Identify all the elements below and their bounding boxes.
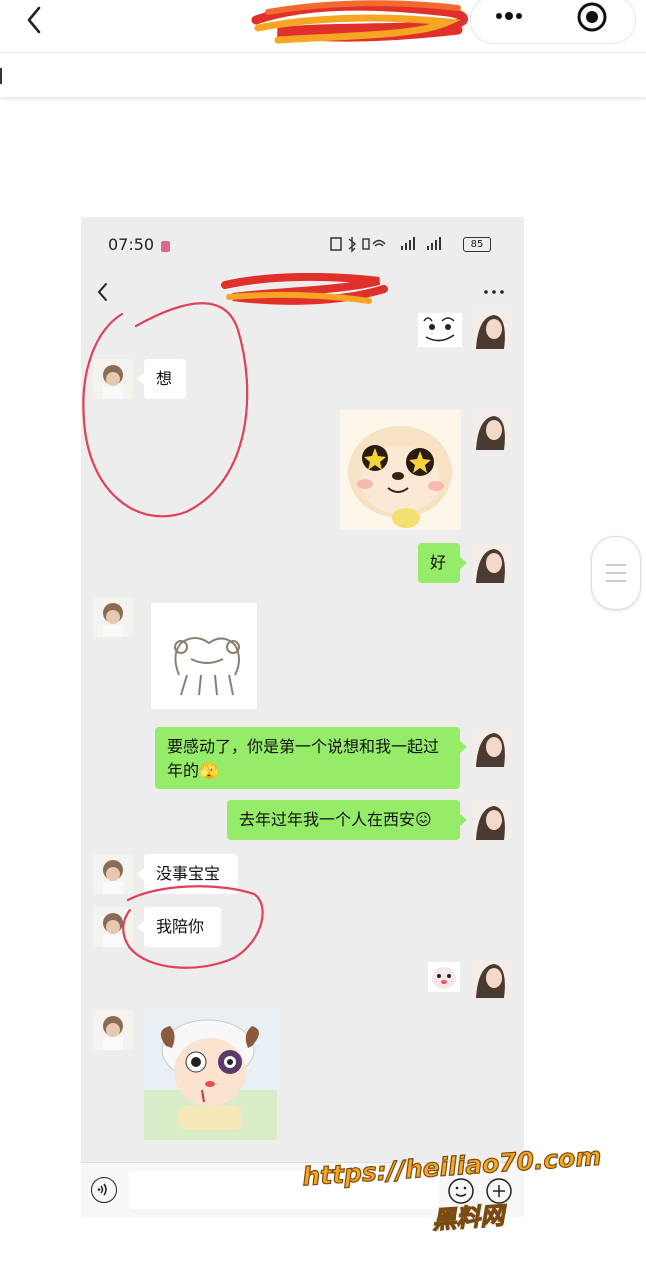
avatar[interactable] [472, 543, 512, 583]
message-bubble[interactable]: 要感动了，你是第一个说想和我一起过年的🫣 [155, 727, 460, 789]
redacted-title-scribble [251, 0, 469, 44]
menu-lines-icon [606, 564, 626, 582]
bluetooth-icon [348, 237, 357, 253]
watermark-name: 黑料网 [431, 1201, 506, 1235]
signal-icon-1 [401, 237, 415, 250]
notification-icon [161, 241, 170, 252]
three-dots-icon [496, 12, 522, 20]
battery-indicator: 85 [463, 237, 491, 252]
back-button[interactable] [20, 4, 50, 34]
nfc-icon [330, 237, 342, 251]
message-bubble[interactable]: 好 [418, 543, 460, 583]
chevron-left-icon [27, 6, 41, 34]
annotation-circle [122, 885, 264, 969]
status-bar: 07:50 85 [81, 217, 524, 273]
sticker[interactable] [340, 410, 461, 530]
vibrate-icon [362, 238, 370, 250]
sticker[interactable] [418, 313, 462, 347]
address-strip [0, 53, 646, 97]
avatar[interactable] [472, 800, 512, 840]
avatar[interactable] [472, 410, 512, 450]
sticker[interactable] [151, 603, 257, 709]
target-icon [577, 2, 607, 32]
avatar[interactable] [93, 597, 133, 637]
annotation-circle [82, 302, 249, 518]
message-bubble[interactable]: 去年过年我一个人在西安😖 [227, 800, 460, 840]
list-item: 去年过年我一个人在西安😖 [81, 800, 524, 844]
floating-handle[interactable] [591, 536, 641, 610]
three-dots-icon[interactable] [483, 287, 505, 297]
sticker[interactable] [144, 1010, 277, 1140]
text-caret [0, 68, 2, 84]
list-item [81, 597, 524, 712]
list-item [81, 1010, 524, 1142]
sticker[interactable] [428, 962, 460, 992]
avatar[interactable] [472, 309, 512, 349]
avatar[interactable] [472, 958, 512, 998]
close-button[interactable] [575, 0, 609, 34]
wifi-icon [372, 239, 386, 247]
list-item: 好 [81, 543, 524, 587]
status-icons [330, 237, 441, 253]
avatar[interactable] [472, 727, 512, 767]
status-time: 07:50 [108, 235, 155, 254]
avatar[interactable] [93, 1010, 133, 1050]
voice-button[interactable] [91, 1177, 117, 1203]
list-item: 要感动了，你是第一个说想和我一起过年的🫣 [81, 727, 524, 791]
voice-icon [97, 1183, 107, 1196]
more-button[interactable] [491, 4, 531, 28]
signal-icon-2 [427, 237, 441, 250]
